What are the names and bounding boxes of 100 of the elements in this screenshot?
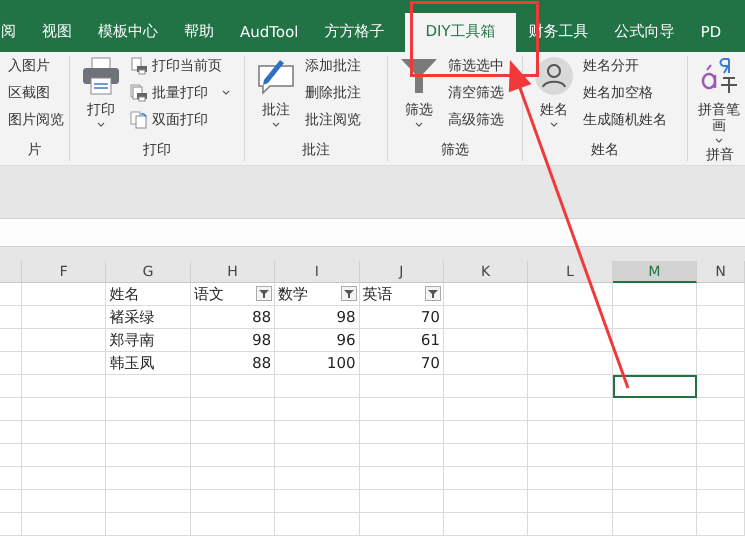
table-cell: 61 — [360, 329, 444, 352]
table-cell — [0, 444, 22, 467]
table-cell — [697, 398, 745, 421]
table-cell: 98 — [190, 329, 276, 352]
ribbon-button[interactable]: 批注 — [253, 56, 299, 139]
table-cell: 郑寻南 — [106, 329, 191, 352]
group-label: 打印 — [142, 141, 172, 160]
table-cell: 88 — [190, 352, 276, 375]
table-cell: 英语 — [360, 283, 444, 306]
person-icon — [534, 56, 574, 96]
table-cell — [697, 329, 745, 352]
ribbon-tab[interactable]: AudTool — [227, 13, 312, 52]
ribbon-button[interactable]: 双面打印 — [130, 110, 230, 130]
table-cell: 韩玉凤 — [106, 352, 191, 375]
duplex-print-icon — [130, 111, 148, 129]
ribbon-button[interactable]: 打印 — [78, 56, 124, 139]
table-cell: 98 — [275, 306, 360, 329]
ribbon-button[interactable]: 入图片 — [8, 56, 64, 76]
ribbon-tab[interactable]: PD — [688, 13, 724, 52]
ribbon-tab[interactable]: DIY工具箱 — [405, 13, 516, 52]
filter-button[interactable] — [340, 286, 357, 301]
column-header[interactable]: M — [612, 261, 698, 283]
ribbon-button[interactable]: 筛选选中 — [448, 56, 504, 76]
table-cell — [697, 306, 745, 329]
ribbon-tab[interactable]: 阅 — [0, 13, 29, 52]
table-cell — [697, 444, 745, 467]
print-page-icon — [130, 57, 148, 75]
caret-icon — [97, 122, 105, 128]
ribbon-button[interactable]: 筛选 — [396, 56, 442, 139]
pinyin-icon — [699, 56, 739, 96]
column-header[interactable]: F — [22, 261, 106, 283]
filter-button[interactable] — [256, 286, 272, 301]
table-cell — [0, 283, 22, 306]
ribbon-button[interactable]: 图片阅览 — [8, 110, 64, 130]
selected-cell[interactable] — [612, 375, 698, 398]
column-header[interactable]: G — [106, 261, 191, 283]
table-cell — [0, 375, 22, 398]
table-cell: 70 — [360, 306, 444, 329]
ribbon-tab[interactable]: 公式向导 — [602, 13, 688, 52]
group-label: 筛选 — [440, 141, 470, 160]
ribbon-button[interactable]: 打印当前页 — [130, 56, 230, 76]
table-cell — [0, 421, 22, 444]
table-cell: 88 — [190, 306, 276, 329]
ribbon-button[interactable]: 姓名加空格 — [583, 83, 667, 103]
ribbon-button[interactable]: 拼音笔画 — [696, 56, 742, 144]
table-cell — [697, 283, 745, 306]
batch-print-icon — [130, 84, 148, 102]
column-header[interactable]: H — [190, 261, 276, 283]
table-cell — [0, 306, 22, 329]
ribbon-button[interactable]: 姓名 — [531, 56, 577, 139]
table-cell — [697, 490, 745, 513]
ribbon-button[interactable]: 高级筛选 — [448, 110, 504, 130]
filter-icon — [344, 290, 354, 298]
ribbon-button[interactable]: 姓名分开 — [583, 56, 667, 76]
table-cell — [0, 398, 22, 421]
table-cell: 褚采绿 — [106, 306, 191, 329]
ribbon-button[interactable]: 区截图 — [8, 83, 64, 103]
ribbon-button[interactable]: 生成随机姓名 — [583, 110, 667, 130]
ribbon-tab[interactable]: 帮助 — [171, 13, 227, 52]
group-label: 姓名 — [590, 141, 620, 160]
column-header[interactable]: J — [360, 261, 444, 283]
column-header[interactable]: L — [528, 261, 613, 283]
table-cell: 100 — [275, 352, 360, 375]
table-cell — [697, 375, 745, 398]
table-cell — [697, 352, 745, 375]
ribbon-tab[interactable]: 模板中心 — [85, 13, 171, 52]
filter-icon — [259, 290, 270, 298]
caret-icon — [222, 90, 230, 96]
filter-button[interactable] — [424, 286, 441, 301]
column-header[interactable]: I — [275, 261, 360, 283]
ribbon-button[interactable]: 清空筛选 — [448, 83, 504, 103]
table-cell — [0, 352, 22, 375]
corner-header — [0, 261, 22, 283]
column-header[interactable]: N — [697, 261, 745, 283]
column-header[interactable]: K — [444, 261, 528, 283]
table-cell: 姓名 — [106, 283, 191, 306]
table-cell — [697, 467, 745, 490]
table-cell — [697, 513, 745, 536]
table-cell: 语文 — [190, 283, 276, 306]
caret-icon — [550, 122, 558, 128]
ribbon-button[interactable]: 批注阅览 — [305, 110, 361, 130]
caret-icon — [272, 122, 280, 128]
caret-icon — [715, 138, 723, 144]
group-label: 片 — [26, 141, 42, 160]
table-cell: 70 — [360, 352, 444, 375]
ribbon-button[interactable]: 批量打印 — [130, 83, 230, 103]
ribbon-tab[interactable]: 视图 — [29, 13, 85, 52]
group-label: 批注 — [301, 141, 331, 160]
filter-icon — [428, 290, 438, 298]
table-cell: 96 — [275, 329, 360, 352]
ribbon-tab[interactable]: 方方格子 — [311, 13, 398, 52]
group-label: 拼音 — [705, 146, 735, 165]
ribbon-button[interactable]: 删除批注 — [305, 83, 361, 103]
table-cell — [0, 467, 22, 490]
table-cell: 数学 — [275, 283, 360, 306]
table-cell — [0, 329, 22, 352]
caret-icon — [415, 122, 423, 128]
printer-icon — [81, 56, 121, 96]
table-cell — [0, 513, 22, 536]
ribbon-button[interactable]: 添加批注 — [305, 56, 361, 76]
